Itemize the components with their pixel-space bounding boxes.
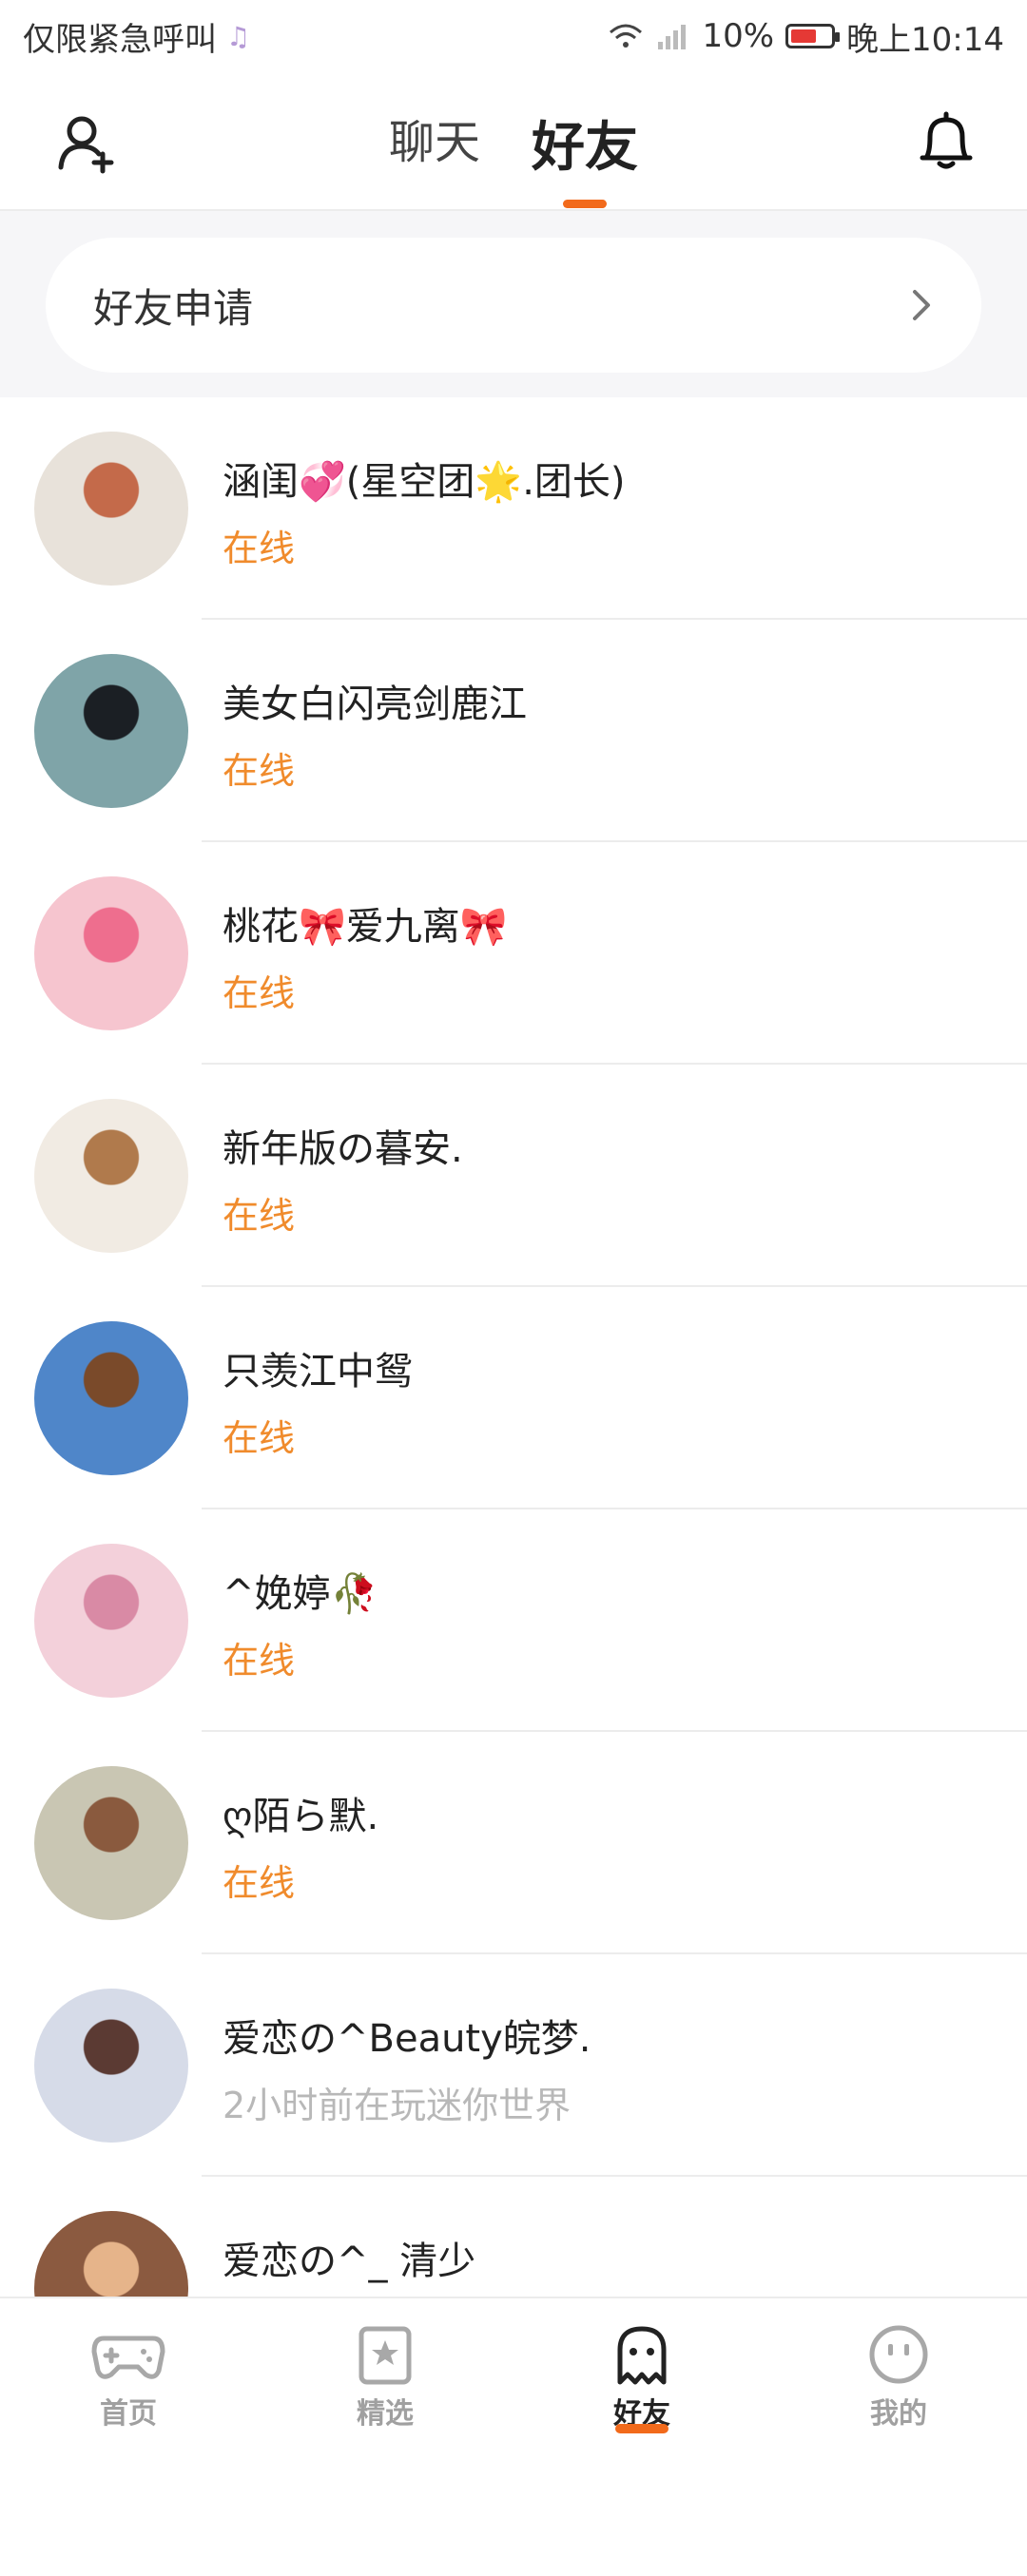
nav-me-label: 我的 <box>870 2397 927 2431</box>
friend-status: 在线 <box>223 1195 296 1237</box>
battery-percent: 10% <box>702 17 775 55</box>
avatar <box>34 1766 188 1920</box>
bell-icon[interactable] <box>913 108 979 175</box>
gamepad-icon <box>91 2336 165 2379</box>
clock: 晚上10:14 <box>846 20 1004 59</box>
friend-status: 在线 <box>223 750 296 792</box>
list-item[interactable]: 爱恋の^_ 清少 <box>0 2177 1027 2297</box>
avatar <box>34 1989 188 2143</box>
list-item[interactable]: 只羡江中鸳 在线 <box>0 1287 1027 1509</box>
chevron-right-icon <box>913 290 930 320</box>
nav-friends[interactable]: 好友 <box>514 2298 770 2576</box>
friend-name: 涵闺💞(星空团🌟.团长) <box>223 460 626 504</box>
friend-name: ^娩婷🥀 <box>223 1572 378 1616</box>
top-bar: 聊天 好友 <box>0 72 1027 211</box>
ghost-icon <box>617 2326 667 2385</box>
friend-status: 在线 <box>223 1862 296 1904</box>
signal-icon <box>658 25 687 49</box>
friend-name: 桃花🎀爱九离🎀 <box>223 905 508 949</box>
avatar <box>34 1099 188 1253</box>
status-left: 仅限紧急呼叫 ♫ <box>23 13 250 60</box>
wifi-icon <box>610 24 643 48</box>
avatar <box>34 1544 188 1698</box>
list-item[interactable]: 涵闺💞(星空团🌟.团长) 在线 <box>0 397 1027 620</box>
friend-request-label: 好友申请 <box>93 284 254 332</box>
friend-status: 2小时前在玩迷你世界 <box>223 2085 572 2126</box>
battery-icon <box>785 24 841 48</box>
list-item[interactable]: 爱恋の^Beauty皖梦. 2小时前在玩迷你世界 <box>0 1954 1027 2177</box>
friend-name: 爱恋の^Beauty皖梦. <box>223 2017 591 2061</box>
friend-status: 在线 <box>223 1640 296 1682</box>
tab-chat[interactable]: 聊天 <box>387 105 482 182</box>
list-item[interactable]: 美女白闪亮剑鹿江 在线 <box>0 620 1027 842</box>
list-item[interactable]: ღ陌ら默. 在线 <box>0 1732 1027 1954</box>
nav-featured[interactable]: 精选 <box>257 2298 514 2576</box>
nav-home[interactable]: 首页 <box>0 2298 257 2576</box>
carrier-text: 仅限紧急呼叫 <box>23 20 217 59</box>
status-bar: 仅限紧急呼叫 ♫ 10% 晚上10:14 <box>0 0 1027 72</box>
tab-friends[interactable]: 好友 <box>530 105 640 208</box>
tab-chat-label: 聊天 <box>388 116 480 169</box>
avatar <box>34 876 188 1030</box>
star-bookmark-icon <box>358 2326 412 2385</box>
face-icon <box>869 2325 928 2384</box>
nav-me[interactable]: 我的 <box>770 2298 1027 2576</box>
avatar <box>34 1321 188 1475</box>
friend-status: 在线 <box>223 972 296 1014</box>
friend-name: 爱恋の^_ 清少 <box>223 2240 476 2283</box>
list-item[interactable]: 新年版の暮安. 在线 <box>0 1065 1027 1287</box>
friend-status: 在线 <box>223 528 296 569</box>
friend-name: 只羡江中鸳 <box>223 1350 413 1394</box>
bottom-nav: 首页 精选 好友 我的 <box>0 2297 1027 2576</box>
tab-friends-label: 好友 <box>532 117 638 179</box>
tab-active-indicator <box>563 200 607 208</box>
friend-list: 涵闺💞(星空团🌟.团长) 在线 美女白闪亮剑鹿江 在线 桃花🎀爱九离🎀 在线 新… <box>0 397 1027 2297</box>
nav-active-indicator <box>615 2424 669 2433</box>
friend-status: 在线 <box>223 1417 296 1459</box>
friend-name: ღ陌ら默. <box>223 1795 379 1838</box>
avatar <box>34 654 188 808</box>
list-item[interactable]: ^娩婷🥀 在线 <box>0 1509 1027 1732</box>
music-icon: ♫ <box>226 20 251 52</box>
nav-home-label: 首页 <box>100 2397 157 2431</box>
friend-name: 美女白闪亮剑鹿江 <box>223 682 527 726</box>
status-right: 10% 晚上10:14 <box>607 13 1004 60</box>
avatar <box>34 2211 188 2297</box>
list-item[interactable]: 桃花🎀爱九离🎀 在线 <box>0 842 1027 1065</box>
avatar <box>34 432 188 586</box>
friend-request-section: 好友申请 <box>0 211 1027 397</box>
friend-request-button[interactable]: 好友申请 <box>46 238 981 373</box>
nav-featured-label: 精选 <box>357 2397 414 2431</box>
friend-name: 新年版の暮安. <box>223 1127 463 1171</box>
tab-bar: 聊天 好友 <box>0 105 1027 208</box>
